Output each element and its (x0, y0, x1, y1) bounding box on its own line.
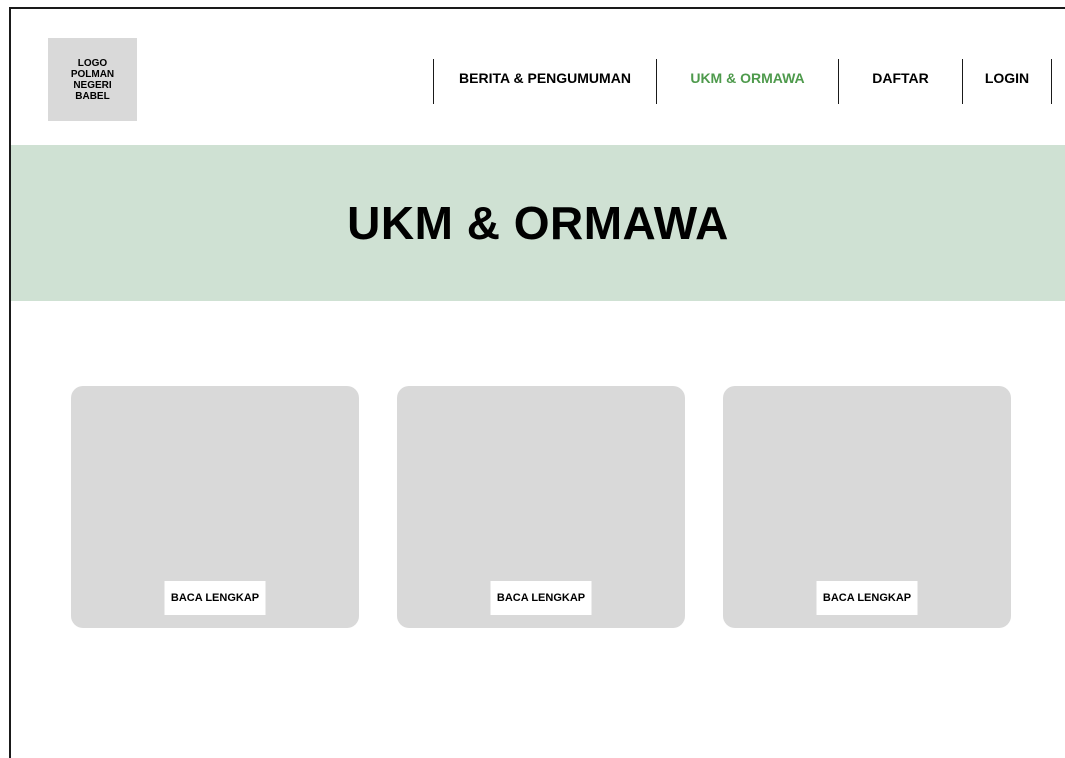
hero-banner: UKM & ORMAWA (11, 145, 1065, 301)
nav-item-login[interactable]: LOGIN (963, 59, 1051, 97)
page-frame: LOGO POLMAN NEGERI BABEL BERITA & PENGUM… (9, 7, 1065, 758)
site-logo[interactable]: LOGO POLMAN NEGERI BABEL (48, 38, 137, 121)
ukm-card[interactable]: BACA LENGKAP (397, 386, 685, 628)
ukm-card[interactable]: BACA LENGKAP (723, 386, 1011, 628)
page-title: UKM & ORMAWA (347, 197, 729, 249)
nav-item-daftar[interactable]: DAFTAR (839, 59, 962, 97)
read-more-button[interactable]: BACA LENGKAP (164, 581, 266, 615)
read-more-button[interactable]: BACA LENGKAP (816, 581, 918, 615)
site-header: LOGO POLMAN NEGERI BABEL BERITA & PENGUM… (11, 9, 1065, 145)
nav-item-berita-pengumuman[interactable]: BERITA & PENGUMUMAN (434, 59, 656, 97)
ukm-card[interactable]: BACA LENGKAP (71, 386, 359, 628)
nav-divider (1051, 59, 1052, 104)
nav-item-ukm-ormawa[interactable]: UKM & ORMAWA (657, 59, 838, 97)
read-more-button[interactable]: BACA LENGKAP (490, 581, 592, 615)
